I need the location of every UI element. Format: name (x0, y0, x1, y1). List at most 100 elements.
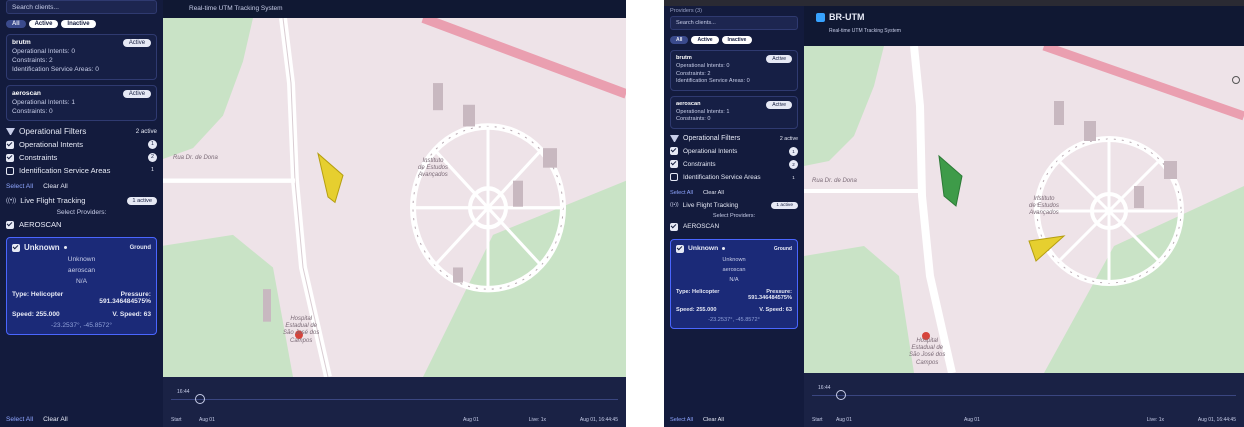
client-detail: Constraints: 0 (676, 116, 711, 123)
broadcast-icon: ((•)) (6, 197, 17, 204)
tab-all[interactable]: All (670, 36, 689, 44)
timeline-time: 16:44 (177, 389, 190, 395)
checkbox[interactable] (670, 160, 678, 169)
filter-label: Constraints (19, 153, 58, 163)
flight-coords: -23.2537°, -45.8572° (51, 322, 112, 330)
flight-type: Type: Helicopter (12, 291, 64, 299)
client-detail: Identification Service Areas: 0 (676, 78, 750, 85)
start-date[interactable]: Aug 01 (199, 417, 215, 423)
tab-active[interactable]: Active (28, 20, 59, 28)
flight-line: Unknown (67, 256, 96, 264)
provider-aeroscan[interactable]: AEROSCAN (670, 222, 798, 231)
pressure-label: Pressure: (120, 291, 151, 299)
operational-filters-header[interactable]: Operational Filters 2 active (6, 127, 157, 136)
select-all-link[interactable]: Select All (670, 190, 693, 196)
clear-all-link[interactable]: Clear All (703, 190, 724, 196)
flight-card[interactable]: Unknown Ground Unknown aeroscan N/A Type… (6, 237, 157, 336)
brand-name: BR-UTM (829, 12, 865, 22)
filter-constraints[interactable]: Constraints 2 (670, 159, 798, 169)
end-date[interactable]: Aug 01 (964, 417, 980, 423)
filter-identification-service-areas[interactable]: Identification Service Areas 1 (6, 166, 157, 175)
live-tracking-title: Live Flight Tracking (20, 196, 86, 206)
filter-label: Constraints (683, 160, 716, 168)
timeline-track[interactable] (171, 399, 618, 400)
map-svg[interactable] (804, 46, 1244, 373)
tab-active[interactable]: Active (691, 36, 719, 44)
app-subtitle: Real-time UTM Tracking System (189, 5, 283, 12)
tab-inactive[interactable]: Inactive (61, 20, 96, 28)
client-detail: Constraints: 2 (12, 56, 53, 64)
client-card-aeroscan[interactable]: aeroscan Active Operational Intents: 1 C… (6, 84, 157, 122)
search-icon[interactable] (1232, 76, 1240, 84)
flight-state: Ground (129, 244, 151, 251)
sidebar-bottom-actions: Select All Clear All (6, 416, 68, 423)
checkbox[interactable] (12, 243, 20, 252)
filter-constraints[interactable]: Constraints 2 (6, 153, 157, 163)
flight-name: Unknown (24, 243, 60, 253)
start-date[interactable]: Aug 01 (836, 417, 852, 423)
flight-line: aeroscan (67, 267, 96, 275)
speed-indicator[interactable]: Live: 1x (529, 417, 546, 423)
flight-card[interactable]: Unknown Ground Unknown aeroscan N/A Type… (670, 238, 798, 329)
select-all-link[interactable]: Select All (670, 417, 693, 423)
search-input[interactable] (670, 16, 798, 30)
provider-aeroscan[interactable]: AEROSCAN (6, 220, 157, 229)
checkbox[interactable] (670, 173, 678, 182)
flight-vspeed: V. Speed: 63 (112, 311, 151, 319)
clear-all-link[interactable]: Clear All (43, 183, 68, 190)
live-status-badge: 1 active (127, 196, 157, 205)
checkbox[interactable] (6, 153, 14, 162)
filter-operational-intents[interactable]: Operational Intents 1 (6, 140, 157, 150)
map-area: Real-time UTM Tracking System Instituto … (163, 0, 626, 427)
count-badge: 2 (148, 153, 157, 163)
operational-filters-header[interactable]: Operational Filters 2 active (670, 134, 798, 143)
client-detail: Operational Intents: 0 (676, 63, 730, 69)
map-canvas[interactable]: Instituto de Estudos Avançados Hospital … (163, 18, 626, 377)
hospital-label: Hospital Estadual de São José dos Campos (283, 316, 320, 344)
status-badge: Active (122, 39, 151, 47)
operational-filters-title: Operational Filters (683, 135, 741, 143)
client-detail: Operational Intents: 0 (12, 48, 76, 55)
map-canvas[interactable]: Instituto de Estudos Avançados Hospital … (804, 46, 1244, 373)
live-tracking-header[interactable]: ((•)) Live Flight Tracking 1 active (670, 201, 798, 209)
client-card-brutm[interactable]: brutm Active Operational Intents: 0 Cons… (670, 50, 798, 91)
select-all-link[interactable]: Select All (6, 416, 33, 423)
broadcast-icon: ((•)) (670, 202, 679, 209)
timeline-handle[interactable] (195, 394, 205, 404)
filter-icon (6, 127, 15, 136)
timeline-track[interactable] (812, 395, 1236, 396)
clear-all-link[interactable]: Clear All (43, 416, 68, 423)
speed-indicator[interactable]: Live: 1x (1147, 417, 1164, 423)
checkbox[interactable] (670, 147, 678, 156)
live-tracking-header[interactable]: ((•)) Live Flight Tracking 1 active (6, 196, 157, 205)
filter-operational-intents[interactable]: Operational Intents 1 (670, 146, 798, 156)
tab-all[interactable]: All (6, 20, 26, 28)
pressure-value: 591.346484575% (748, 294, 792, 301)
checkbox[interactable] (670, 222, 678, 231)
checkbox[interactable] (6, 220, 14, 229)
clear-all-link[interactable]: Clear All (703, 417, 724, 423)
topbar: BR-UTM Real-time UTM Tracking System (804, 6, 1244, 40)
timeline-handle[interactable] (836, 390, 846, 400)
checkbox[interactable] (6, 140, 14, 149)
hospital-label: Hospital Estadual de São José dos Campos (909, 338, 946, 366)
filter-identification-service-areas[interactable]: Identification Service Areas 1 (670, 173, 798, 182)
checkbox[interactable] (676, 244, 684, 253)
map-svg[interactable] (163, 18, 626, 377)
checkbox[interactable] (6, 166, 14, 175)
search-input[interactable] (6, 0, 157, 14)
end-date[interactable]: Aug 01 (463, 417, 479, 423)
logo-icon (816, 12, 825, 22)
tab-inactive[interactable]: Inactive (721, 36, 753, 44)
start-label: Start (171, 417, 182, 423)
select-all-link[interactable]: Select All (6, 183, 33, 190)
client-card-aeroscan[interactable]: aeroscan Active Operational Intents: 1 C… (670, 95, 798, 129)
filter-label: Operational Intents (19, 140, 84, 150)
filter-label: Operational Intents (683, 147, 738, 155)
start-label: Start (812, 417, 823, 423)
client-detail: Identification Service Areas: 0 (12, 65, 99, 73)
live-status-badge: 1 active (771, 201, 798, 209)
client-card-brutm[interactable]: brutm Active Operational Intents: 0 Cons… (6, 34, 157, 80)
client-detail: Constraints: 0 (12, 107, 53, 115)
provider-label: AEROSCAN (683, 223, 720, 231)
